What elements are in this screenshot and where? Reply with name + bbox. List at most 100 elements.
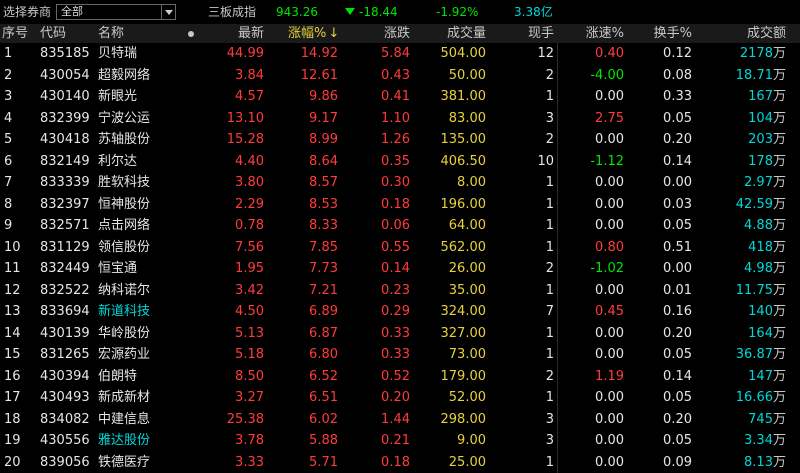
table-row[interactable]: 6 832149 利尔达 4.40 8.64 0.35 406.50 10 -1.12 0.14 1…	[0, 151, 800, 173]
index-change: -18.44	[359, 5, 398, 19]
row-chg: 0.52	[381, 368, 410, 384]
row-last: 4.50	[235, 304, 264, 319]
row-turn: 0.00	[663, 261, 692, 276]
table-row[interactable]: 2 430054 超毅网络 3.84 12.61 0.43 50.00 2 -4.00 0.08 1…	[0, 65, 800, 87]
row-pct: 6.87	[309, 325, 338, 341]
row-last: 1.95	[235, 261, 264, 276]
row-chg: 0.14	[381, 261, 410, 276]
row-turn: 0.01	[663, 282, 692, 298]
row-amount-unit: 万	[772, 304, 786, 319]
index-value: 943.26	[276, 5, 318, 19]
col-pct[interactable]: 涨幅% ↓	[288, 24, 339, 43]
row-speed: 0.80	[595, 239, 624, 255]
row-code: 832571	[40, 218, 90, 233]
row-amount-value: 4.88	[744, 218, 773, 233]
row-name: 纳科诺尔	[98, 282, 151, 298]
table-row[interactable]: 16 430394 伯朗特 8.50 6.52 0.52 179.00 2 1.19 0.14 14…	[0, 366, 800, 388]
row-last: 0.78	[235, 218, 264, 233]
row-name: 超毅网络	[98, 67, 151, 83]
row-hand: 2	[545, 67, 554, 83]
row-amount-unit: 万	[772, 218, 786, 233]
row-last: 8.50	[235, 368, 264, 384]
table-row[interactable]: 4 832399 宁波公运 13.10 9.17 1.10 83.00 3 2.75 0.05 10…	[0, 108, 800, 130]
col-turn[interactable]: 换手%	[640, 24, 692, 43]
row-chg: 0.33	[381, 325, 410, 341]
row-amount-unit: 万	[772, 433, 786, 448]
table-row[interactable]: 9 832571 点击网络 0.78 8.33 0.06 64.00 1 0.00 0.05 4.8…	[0, 215, 800, 237]
row-pct: 7.85	[309, 239, 338, 255]
table-row[interactable]: 14 430139 华岭股份 5.13 6.87 0.33 327.00 1 0.00 0.20 1…	[0, 323, 800, 345]
row-turn: 0.05	[663, 433, 692, 448]
table-row[interactable]: 19 430556 雅达股份 3.78 5.88 0.21 9.00 3 0.00 0.05 3.3…	[0, 430, 800, 452]
table-row[interactable]: 11 832449 恒宝通 1.95 7.73 0.14 26.00 2 -1.02 0.00 4.…	[0, 258, 800, 280]
row-chg: 0.30	[381, 175, 410, 190]
row-no: 13	[4, 304, 21, 319]
row-chg: 0.55	[381, 239, 410, 255]
row-amount: 3.34万	[700, 430, 786, 451]
row-pct: 14.92	[300, 46, 338, 61]
row-speed: -1.12	[590, 153, 624, 169]
row-speed: 0.00	[595, 325, 624, 341]
row-turn: 0.20	[663, 132, 692, 147]
index-name[interactable]: 三板成指	[208, 4, 256, 20]
row-vol: 135.00	[440, 132, 487, 147]
col-speed[interactable]: 涨速%	[570, 24, 624, 43]
row-amount-unit: 万	[772, 282, 786, 298]
row-amount: 36.87万	[700, 344, 786, 365]
row-speed: -1.02	[590, 261, 624, 276]
row-no: 2	[4, 67, 13, 83]
row-last: 3.27	[235, 390, 264, 405]
broker-select[interactable]: 全部	[56, 4, 176, 20]
table-row[interactable]: 3 430140 新眼光 4.57 9.86 0.41 381.00 1 0.00 0.33 167…	[0, 86, 800, 108]
row-hand: 1	[545, 325, 554, 341]
table-row[interactable]: 20 839056 铁德医疗 3.33 5.71 0.18 25.00 1 0.00 0.09 8.…	[0, 452, 800, 473]
row-chg: 0.18	[381, 454, 410, 470]
col-name[interactable]: 名称	[98, 24, 124, 43]
table-row[interactable]: 17 430493 新成新材 3.27 6.51 0.20 52.00 1 0.00 0.05 16…	[0, 387, 800, 409]
row-speed: 0.00	[595, 218, 624, 233]
row-no: 12	[4, 282, 21, 298]
col-last[interactable]: 最新	[214, 24, 264, 43]
row-code: 832449	[40, 261, 90, 276]
row-amount: 18.71万	[700, 65, 786, 86]
col-chg[interactable]: 涨跌	[360, 24, 410, 43]
row-amount: 4.98万	[700, 258, 786, 279]
row-amount-value: 8.13	[744, 454, 773, 470]
row-chg: 0.29	[381, 304, 410, 319]
row-vol: 50.00	[448, 67, 486, 83]
table-row[interactable]: 18 834082 中建信息 25.38 6.02 1.44 298.00 3 0.00 0.20…	[0, 409, 800, 431]
table-row[interactable]: 12 832522 纳科诺尔 3.42 7.21 0.23 35.00 1 0.00 0.01 11…	[0, 280, 800, 302]
table-row[interactable]: 10 831129 领信股份 7.56 7.85 0.55 562.00 1 0.80 0.51 4…	[0, 237, 800, 259]
row-pct: 9.17	[309, 110, 338, 126]
table-row[interactable]: 5 430418 苏轴股份 15.28 8.99 1.26 135.00 2 0.00 0.20 2…	[0, 129, 800, 151]
row-no: 10	[4, 239, 21, 255]
row-no: 5	[4, 132, 13, 147]
row-speed: 0.45	[595, 304, 624, 319]
row-no: 20	[4, 454, 21, 470]
row-code: 832522	[40, 282, 90, 298]
row-code: 430054	[40, 67, 90, 83]
row-amount-value: 178	[748, 153, 773, 169]
table-row[interactable]: 15 831265 宏源药业 5.18 6.80 0.33 73.00 1 0.00 0.05 36…	[0, 344, 800, 366]
row-code: 832399	[40, 110, 90, 126]
col-hand[interactable]: 现手	[510, 24, 554, 43]
table-row[interactable]: 7 833339 胜软科技 3.80 8.57 0.30 8.00 1 0.00 0.00 2.97…	[0, 172, 800, 194]
row-name: 恒宝通	[98, 261, 138, 276]
chevron-down-icon[interactable]	[161, 5, 175, 19]
row-last: 2.29	[235, 196, 264, 212]
col-amount[interactable]: 成交额	[720, 24, 786, 43]
table-row[interactable]: 8 832397 恒神股份 2.29 8.53 0.18 196.00 1 0.00 0.03 42…	[0, 194, 800, 216]
row-hand: 1	[545, 239, 554, 255]
col-vol[interactable]: 成交量	[430, 24, 486, 43]
col-code[interactable]: 代码	[40, 24, 66, 43]
row-amount: 167万	[700, 86, 786, 107]
table-row[interactable]: 1 835185 贝特瑞 44.99 14.92 5.84 504.00 12 0.40 0.12…	[0, 43, 800, 65]
settings-dot-icon[interactable]	[188, 31, 194, 37]
row-last: 44.99	[226, 46, 264, 61]
row-turn: 0.05	[663, 347, 692, 362]
table-row[interactable]: 13 833694 新道科技 4.50 6.89 0.29 324.00 7 0.45 0.16 1…	[0, 301, 800, 323]
col-no[interactable]: 序号	[2, 24, 28, 43]
row-pct: 6.52	[309, 368, 338, 384]
row-amount-value: 140	[748, 304, 773, 319]
row-chg: 0.06	[381, 218, 410, 233]
